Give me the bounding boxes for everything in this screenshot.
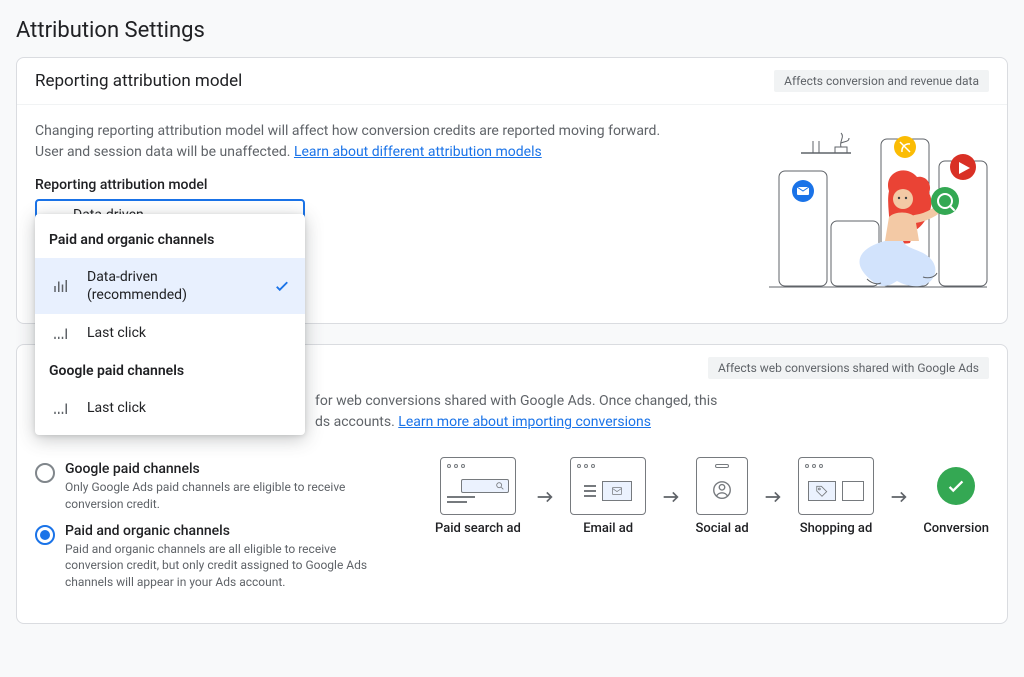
arrow-right-icon [762, 486, 784, 508]
flow-label: Social ad [695, 521, 748, 536]
flow-label: Conversion [923, 521, 989, 536]
dropdown-item-label: Last click [87, 324, 291, 342]
affects-badge: Affects conversion and revenue data [774, 70, 989, 92]
dropdown-group-paid-organic: Paid and organic channels [35, 222, 305, 258]
learn-importing-conversions-link[interactable]: Learn more about importing conversions [398, 414, 651, 430]
flow-step-paid-search: Paid search ad [435, 457, 521, 536]
reporting-model-dropdown[interactable]: Paid and organic channels Data-driven (r… [35, 214, 305, 435]
chart-bars-icon [49, 277, 73, 295]
radio-google-paid-channels[interactable]: Google paid channels Only Google Ads pai… [35, 461, 405, 513]
flow-label: Shopping ad [800, 521, 873, 536]
channel-radio-group: Google paid channels Only Google Ads pai… [35, 451, 405, 601]
conversion-check-icon [937, 467, 975, 505]
flow-label: Email ad [583, 521, 633, 536]
illustration [719, 121, 989, 301]
dropdown-item-label: Last click [87, 399, 291, 417]
card-reporting-attribution-model: Reporting attribution model Affects conv… [16, 57, 1008, 324]
dropdown-item-label: Data-driven (recommended) [87, 268, 259, 304]
radio-paid-and-organic-channels[interactable]: Paid and organic channels Paid and organ… [35, 523, 405, 591]
check-icon [273, 277, 291, 295]
dropdown-item-last-click-1[interactable]: Last click [35, 314, 305, 352]
radio-title: Google paid channels [65, 461, 385, 477]
chart-bars-last-icon [49, 324, 73, 342]
radio-checked-icon [35, 525, 55, 545]
chart-bars-last-icon [49, 399, 73, 417]
flow-step-shopping: Shopping ad [798, 457, 874, 536]
card-header: Reporting attribution model Affects conv… [17, 58, 1007, 105]
radio-desc: Paid and organic channels are all eligib… [65, 541, 385, 591]
arrow-right-icon [888, 486, 910, 508]
learn-attribution-models-link[interactable]: Learn about different attribution models [294, 144, 542, 160]
flow-label: Paid search ad [435, 521, 521, 536]
radio-desc: Only Google Ads paid channels are eligib… [65, 479, 385, 513]
arrow-right-icon [534, 486, 556, 508]
desc-line2: ds accounts. [315, 414, 398, 430]
radio-unchecked-icon [35, 463, 55, 483]
dropdown-group-google-paid: Google paid channels [35, 353, 305, 389]
dropdown-item-data-driven[interactable]: Data-driven (recommended) [35, 258, 305, 314]
page-title: Attribution Settings [16, 18, 1008, 43]
field-label-reporting-model: Reporting attribution model [35, 177, 695, 193]
card-description: for web conversions shared with Google A… [315, 391, 989, 433]
arrow-right-icon [660, 486, 682, 508]
flow-step-email: Email ad [570, 457, 646, 536]
card-description: Changing reporting attribution model wil… [35, 121, 665, 163]
affects-badge: Affects web conversions shared with Goog… [708, 357, 989, 379]
dropdown-item-last-click-2[interactable]: Last click [35, 389, 305, 427]
radio-title: Paid and organic channels [65, 523, 385, 539]
conversion-flow-diagram: Paid search ad [435, 451, 989, 536]
card-title: Reporting attribution model [35, 71, 242, 91]
flow-step-social: Social ad [695, 457, 748, 536]
flow-step-conversion: Conversion [923, 457, 989, 536]
desc-tail: for web conversions shared with Google A… [315, 393, 717, 409]
